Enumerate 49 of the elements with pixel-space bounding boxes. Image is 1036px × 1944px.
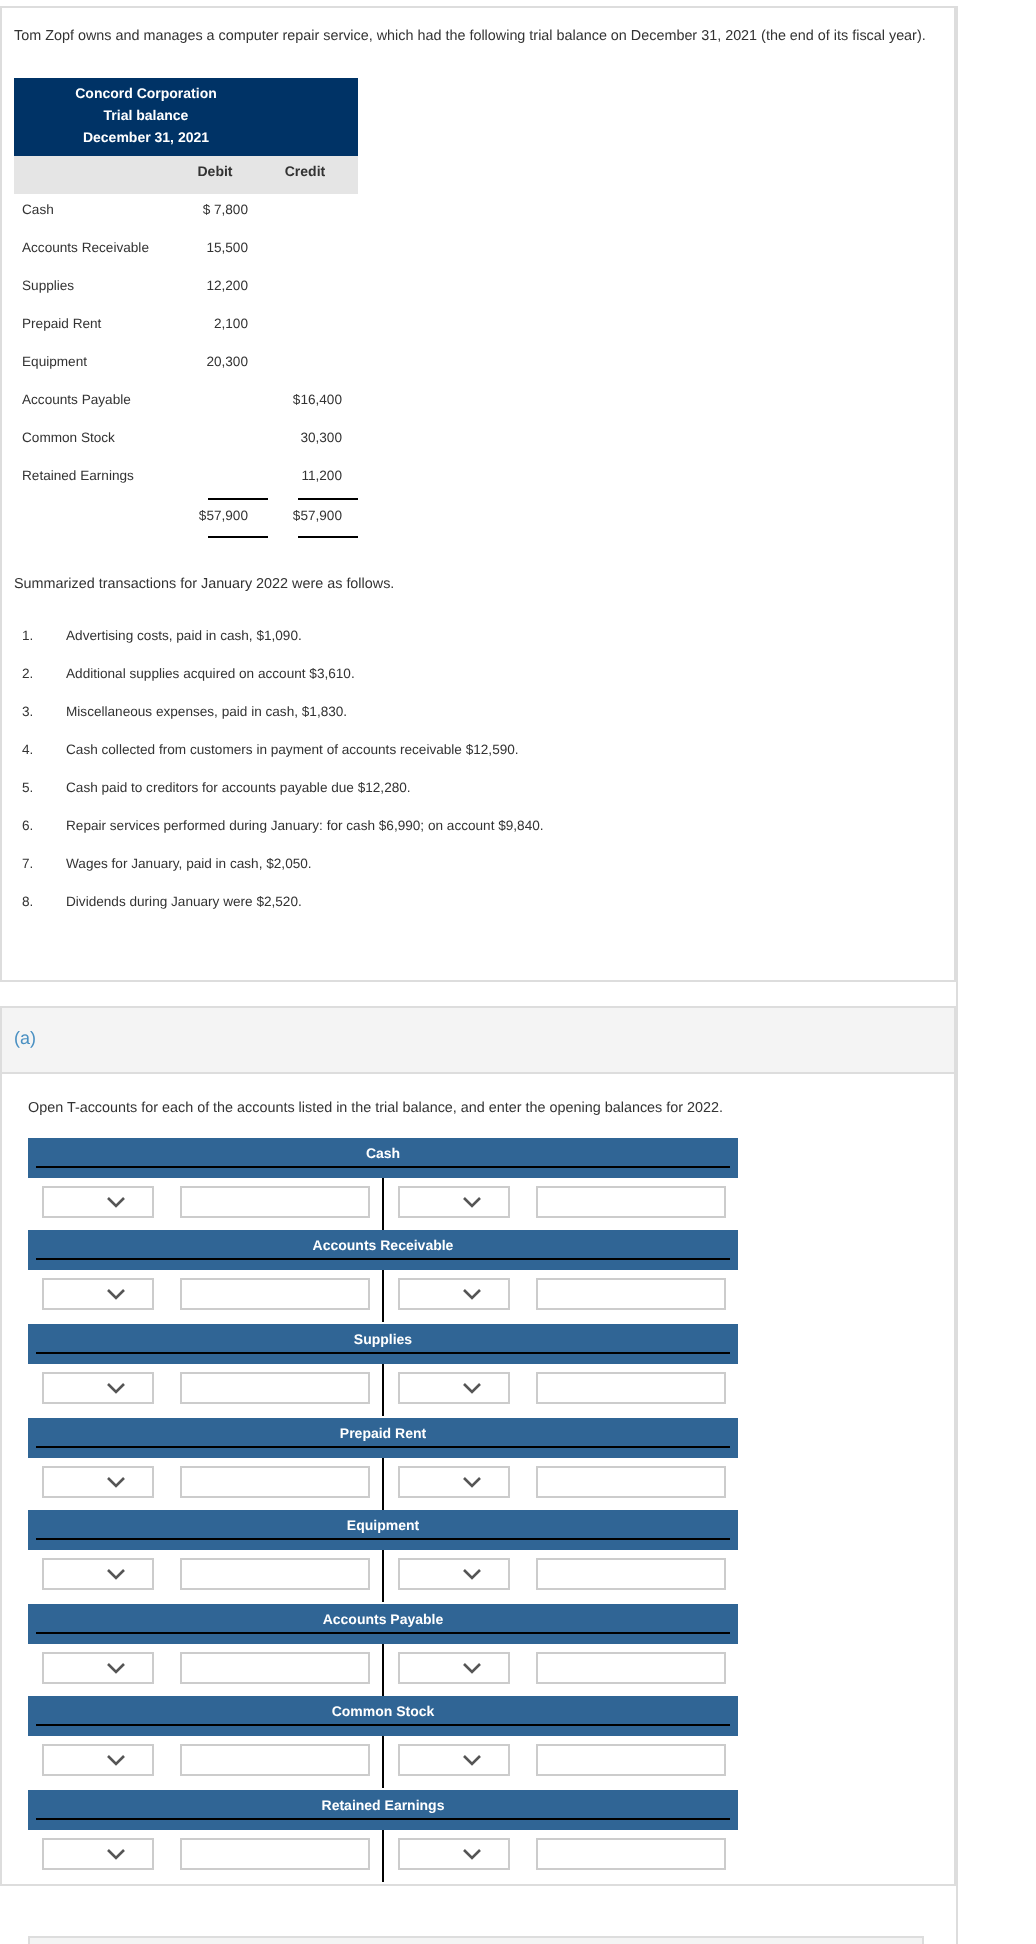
chevron-down-icon <box>106 1847 126 1860</box>
amount-input[interactable] <box>536 1371 726 1404</box>
amount-input[interactable] <box>536 1651 726 1684</box>
account-dropdown[interactable] <box>42 1371 154 1404</box>
account-dropdown[interactable] <box>42 1651 154 1684</box>
amount-input[interactable] <box>180 1744 370 1777</box>
account-dropdown[interactable] <box>42 1185 154 1218</box>
chevron-down-icon <box>462 1568 482 1581</box>
chevron-down-icon <box>106 1754 126 1767</box>
account-dropdown[interactable] <box>398 1278 510 1311</box>
account-dropdown[interactable] <box>398 1371 510 1404</box>
account-dropdown[interactable] <box>42 1465 154 1498</box>
account-dropdown[interactable] <box>398 1744 510 1777</box>
chevron-down-icon <box>462 1381 482 1394</box>
amount-input[interactable] <box>536 1185 726 1218</box>
amount-input[interactable] <box>180 1185 370 1218</box>
account-dropdown[interactable] <box>398 1837 510 1870</box>
chevron-down-icon <box>106 1475 126 1488</box>
account-dropdown[interactable] <box>398 1558 510 1591</box>
account-dropdown[interactable] <box>398 1185 510 1218</box>
amount-input[interactable] <box>180 1837 370 1870</box>
chevron-down-icon <box>462 1661 482 1674</box>
amount-input[interactable] <box>180 1465 370 1498</box>
amount-input[interactable] <box>536 1837 726 1870</box>
chevron-down-icon <box>106 1381 126 1394</box>
amount-input[interactable] <box>536 1744 726 1777</box>
chevron-down-icon <box>462 1754 482 1767</box>
chevron-down-icon <box>106 1288 126 1301</box>
chevron-down-icon <box>106 1195 126 1208</box>
chevron-down-icon <box>106 1661 126 1674</box>
chevron-down-icon <box>106 1568 126 1581</box>
amount-input[interactable] <box>180 1278 370 1311</box>
account-dropdown[interactable] <box>42 1558 154 1591</box>
amount-input[interactable] <box>536 1465 726 1498</box>
amount-input[interactable] <box>536 1278 726 1311</box>
chevron-down-icon <box>462 1847 482 1860</box>
amount-input[interactable] <box>536 1558 726 1591</box>
part-label: (a) <box>14 1026 36 1053</box>
account-dropdown[interactable] <box>398 1465 510 1498</box>
amount-input[interactable] <box>180 1651 370 1684</box>
chevron-down-icon <box>462 1475 482 1488</box>
chevron-down-icon <box>462 1195 482 1208</box>
amount-input[interactable] <box>180 1371 370 1404</box>
account-dropdown[interactable] <box>42 1837 154 1870</box>
account-dropdown[interactable] <box>42 1744 154 1777</box>
amount-input[interactable] <box>180 1558 370 1591</box>
chevron-down-icon <box>462 1288 482 1301</box>
account-dropdown[interactable] <box>42 1278 154 1311</box>
account-dropdown[interactable] <box>398 1651 510 1684</box>
